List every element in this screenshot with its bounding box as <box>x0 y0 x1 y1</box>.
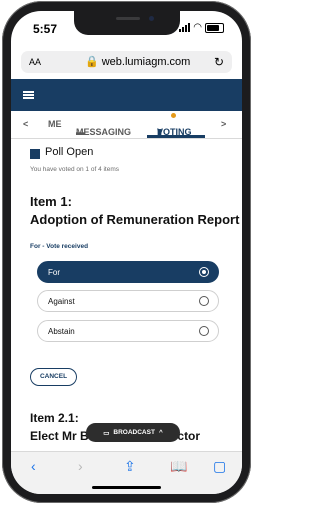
status-time: 5:57 <box>33 22 58 36</box>
app-header <box>11 79 242 111</box>
signal-icon <box>179 23 191 32</box>
option-for[interactable]: For <box>37 261 219 283</box>
radio-icon <box>199 326 209 336</box>
tab-me[interactable]: ME <box>48 119 62 129</box>
cancel-button[interactable]: CANCEL <box>30 368 77 386</box>
broadcast-button[interactable]: ▭ BROADCAST ^ <box>86 423 180 442</box>
active-tab-indicator <box>147 135 205 138</box>
battery-icon <box>205 22 224 33</box>
vote-status: For - Vote received <box>30 243 89 250</box>
share-icon[interactable]: ⇪ <box>124 458 136 475</box>
menu-icon[interactable] <box>23 91 34 99</box>
tab-bar: < ME ▬ MESSAGING ▮ VOTING > <box>11 111 242 139</box>
book-icon[interactable]: 📖 <box>170 458 187 475</box>
home-indicator <box>92 486 161 489</box>
address-bar[interactable]: AA 🔒 web.lumiagm.com ↻ <box>21 51 232 73</box>
phone-frame: 5:57 ◠ AA 🔒 web.lumiagm.com ↻ < ME ▬ MES… <box>2 1 251 503</box>
notch <box>74 11 180 35</box>
lock-icon: 🔒 <box>85 56 99 68</box>
item-number: Item 1: <box>30 194 72 209</box>
radio-icon <box>199 296 209 306</box>
reader-aa-button[interactable]: AA <box>29 57 41 67</box>
cast-icon: ▭ <box>103 429 110 437</box>
status-icons: ◠ <box>179 22 224 33</box>
item-title: Adoption of Remuneration Report <box>30 212 240 227</box>
option-abstain[interactable]: Abstain <box>37 320 219 342</box>
url-display[interactable]: 🔒 web.lumiagm.com <box>85 55 191 69</box>
option-label: For <box>48 268 60 277</box>
back-icon[interactable]: ‹ <box>31 458 36 474</box>
broadcast-label: BROADCAST <box>113 429 155 436</box>
wifi-icon: ◠ <box>193 22 202 33</box>
chevron-up-icon: ^ <box>158 429 163 436</box>
tab-prev-arrow[interactable]: < <box>23 119 28 129</box>
screen: 5:57 ◠ AA 🔒 web.lumiagm.com ↻ < ME ▬ MES… <box>11 11 242 494</box>
tabs-icon[interactable]: ▢ <box>213 458 226 475</box>
reload-icon[interactable]: ↻ <box>214 55 224 69</box>
option-label: Abstain <box>48 327 75 336</box>
item-number: Item 2.1: <box>30 411 79 425</box>
voted-progress-text: You have voted on 1 of 4 items <box>30 166 120 173</box>
notification-dot <box>171 113 176 118</box>
radio-icon <box>199 267 209 277</box>
forward-icon[interactable]: › <box>78 458 83 474</box>
poll-icon <box>30 149 40 159</box>
tab-next-arrow[interactable]: > <box>221 119 226 129</box>
tab-messaging-label: MESSAGING <box>76 127 132 137</box>
option-against[interactable]: Against <box>37 290 219 312</box>
item-title-left: Elect Mr B <box>30 429 89 443</box>
poll-title: Poll Open <box>45 146 94 158</box>
url-text: web.lumiagm.com <box>101 55 191 68</box>
option-label: Against <box>48 297 75 306</box>
